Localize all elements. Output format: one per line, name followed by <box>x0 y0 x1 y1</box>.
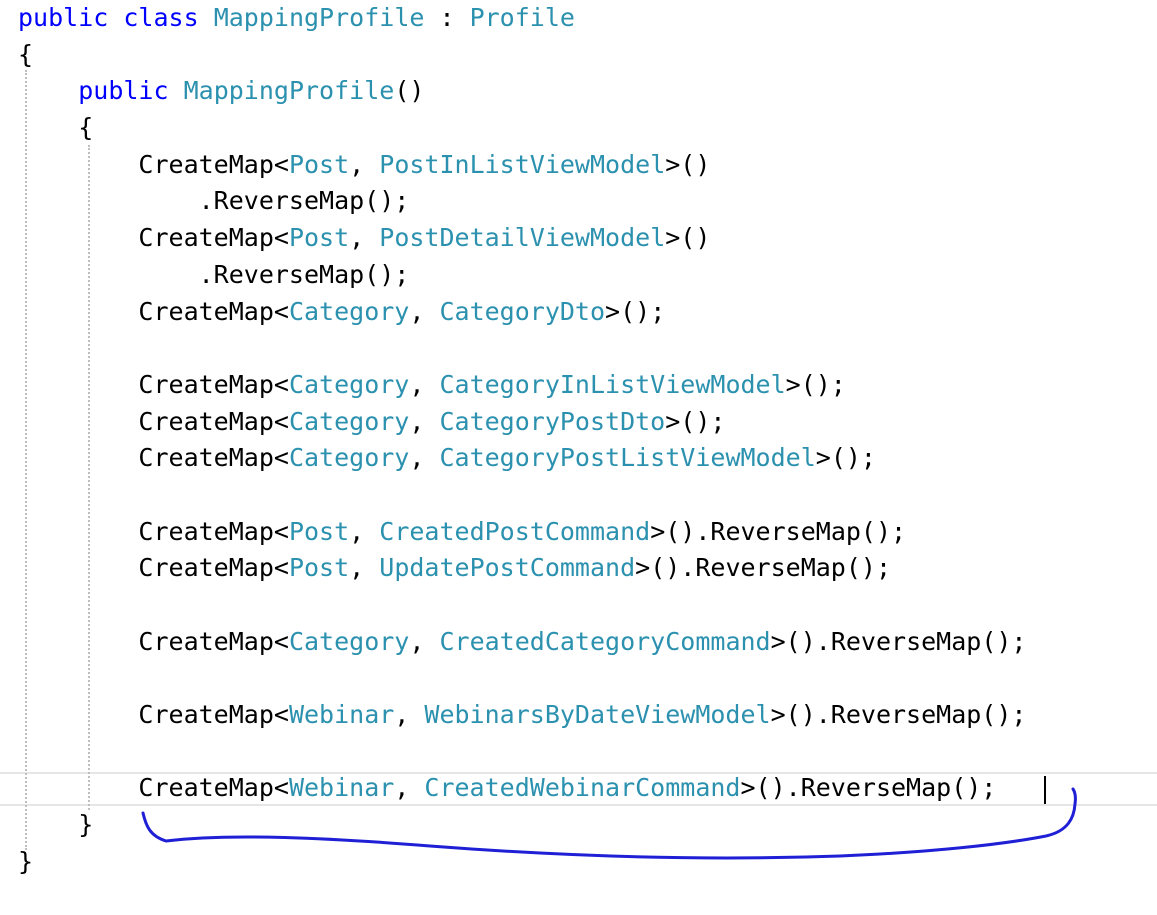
handwritten-underline-annotation <box>141 787 1077 860</box>
code-editor[interactable]: public class MappingProfile : Profile{ p… <box>0 0 1157 915</box>
